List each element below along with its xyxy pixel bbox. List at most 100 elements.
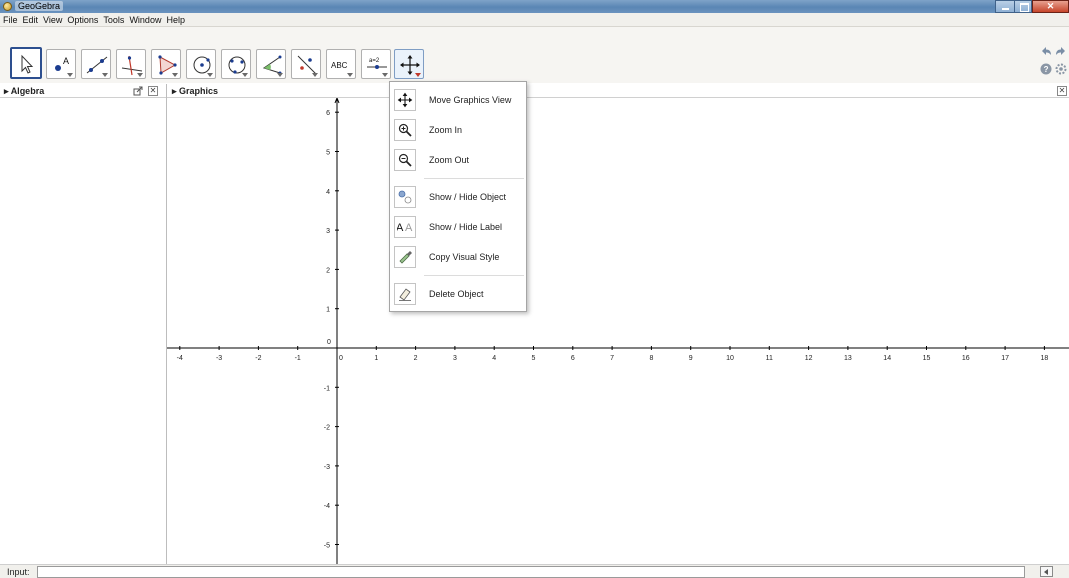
menu-view[interactable]: View <box>40 13 64 26</box>
help-icon[interactable]: ? <box>1040 63 1052 75</box>
eraser-icon-box <box>394 283 416 305</box>
x-tick-label: 17 <box>1001 355 1009 362</box>
menu-help[interactable]: Help <box>163 13 187 26</box>
angle-tool-button[interactable] <box>256 49 286 79</box>
x-tick-label: 2 <box>414 355 418 362</box>
menu-item-zoom-out[interactable]: Zoom Out <box>390 146 526 175</box>
y-tick-label: -4 <box>324 503 330 510</box>
x-tick-label: 0 <box>339 355 343 362</box>
pointer-arrow-icon <box>21 54 34 74</box>
input-label: Input: <box>7 567 30 577</box>
x-tick-label: -1 <box>295 355 301 362</box>
eraser-icon <box>399 288 411 301</box>
close-graphics-view-button[interactable]: ✕ <box>1057 86 1067 96</box>
y-tick-label: 4 <box>326 189 330 196</box>
menu-item-copy-visual-style[interactable]: Copy Visual Style <box>390 243 526 272</box>
x-tick-label: -4 <box>177 355 183 362</box>
menu-item-label: Copy Visual Style <box>429 252 500 262</box>
maximize-button[interactable] <box>1014 0 1032 13</box>
x-tick-label: 6 <box>571 355 575 362</box>
y-tick-label: 3 <box>326 228 330 235</box>
gear-icon[interactable] <box>1055 63 1067 75</box>
x-tick-label: 8 <box>649 355 653 362</box>
show-hide-label-icon-box: AA <box>394 216 416 238</box>
svg-text:?: ? <box>1044 65 1049 74</box>
minimize-button[interactable] <box>995 0 1014 13</box>
undo-icon[interactable] <box>1040 46 1052 58</box>
window-title-bar: GeoGebra ✕ <box>0 0 1069 13</box>
perpendicular-tool-button[interactable] <box>116 49 146 79</box>
y-tick-label: -2 <box>324 425 330 432</box>
y-tick-label: 1 <box>326 307 330 314</box>
input-help-button[interactable] <box>1040 566 1053 577</box>
x-tick-label: 10 <box>726 355 734 362</box>
circle-tool-button[interactable] <box>186 49 216 79</box>
y-tick-label: -3 <box>324 464 330 471</box>
algebra-view[interactable] <box>0 98 166 564</box>
polygon-tool-button[interactable] <box>151 49 181 79</box>
svg-text:ABC: ABC <box>331 61 348 70</box>
show-hide-label-icon: AA <box>397 222 413 234</box>
svg-text:A: A <box>397 222 404 234</box>
point-tool-button[interactable]: A <box>46 49 76 79</box>
slider-tool-button[interactable]: a=2 <box>361 49 391 79</box>
y-tick-label: -1 <box>324 385 330 392</box>
svg-text:A: A <box>63 56 69 66</box>
menu-options[interactable]: Options <box>64 13 100 26</box>
input-field[interactable] <box>37 566 1025 578</box>
menu-bar: File Edit View Options Tools Window Help <box>0 13 1069 27</box>
algebra-header[interactable]: ▸ Algebra <box>4 86 44 97</box>
x-tick-label: -2 <box>255 355 261 362</box>
menu-item-show-hide-label[interactable]: AA Show / Hide Label <box>390 213 526 242</box>
x-tick-label: 14 <box>883 355 891 362</box>
graphics-view[interactable]: -4 -3 -2 -1 0 1 2 3 4 5 6 7 8 9 10 11 12 13 14 15 16 17 18 6 5 4 3… <box>167 98 1069 564</box>
redo-icon[interactable] <box>1055 46 1067 58</box>
y-tick-label: 2 <box>326 267 330 274</box>
menu-window[interactable]: Window <box>126 13 163 26</box>
move-tool-button[interactable] <box>10 47 42 79</box>
algebra-title: Algebra <box>10 86 45 96</box>
text-tool-button[interactable]: ABC <box>326 49 356 79</box>
line-tool-button[interactable] <box>81 49 111 79</box>
graphics-title: Graphics <box>179 86 219 96</box>
svg-text:a=2: a=2 <box>369 58 380 64</box>
x-tick-label: 18 <box>1041 355 1049 362</box>
move-graphics-tool-menu: Move Graphics View Zoom In Zoom Out Show… <box>389 81 527 312</box>
menu-file[interactable]: File <box>0 13 20 26</box>
x-tick-label: 16 <box>962 355 970 362</box>
x-tick-label: 1 <box>374 355 378 362</box>
menu-item-show-hide-object[interactable]: Show / Hide Object <box>390 183 526 212</box>
move-cross-icon-box <box>394 89 416 111</box>
move-graphics-tool-button[interactable] <box>394 49 424 79</box>
menu-item-move-graphics-view[interactable]: Move Graphics View <box>390 86 526 115</box>
move-cross-icon <box>397 92 413 108</box>
menu-tools[interactable]: Tools <box>100 13 126 26</box>
conic-tool-button[interactable] <box>221 49 251 79</box>
copy-style-icon <box>399 251 412 264</box>
geogebra-app-icon <box>3 2 12 11</box>
close-icon: ✕ <box>1046 1 1055 11</box>
window-title: GeoGebra <box>15 1 64 11</box>
undock-icon[interactable] <box>133 86 143 96</box>
x-tick-label: 5 <box>532 355 536 362</box>
menu-separator <box>424 178 524 179</box>
menu-item-delete-object[interactable]: Delete Object <box>390 280 526 309</box>
close-algebra-view-button[interactable]: ✕ <box>148 86 158 96</box>
x-tick-label: 13 <box>844 355 852 362</box>
menu-item-zoom-in[interactable]: Zoom In <box>390 116 526 145</box>
x-tick-label: 12 <box>805 355 813 362</box>
x-tick-label: 15 <box>923 355 931 362</box>
x-tick-label: 4 <box>492 355 496 362</box>
zoom-in-icon-box <box>394 119 416 141</box>
zoom-in-icon <box>398 123 412 137</box>
graphics-header[interactable]: ▸ Graphics <box>172 86 218 97</box>
x-tick-label: -3 <box>216 355 222 362</box>
menu-item-label: Zoom In <box>429 125 463 135</box>
coordinate-axes: -4 -3 -2 -1 0 1 2 3 4 5 6 7 8 9 10 11 12 13 14 15 16 17 186543… <box>167 98 1069 564</box>
reflect-tool-button[interactable] <box>291 49 321 79</box>
svg-text:A: A <box>405 222 413 234</box>
x-tick-label: 9 <box>689 355 693 362</box>
show-hide-object-icon <box>398 190 412 204</box>
menu-edit[interactable]: Edit <box>20 13 41 26</box>
close-window-button[interactable]: ✕ <box>1032 0 1069 13</box>
